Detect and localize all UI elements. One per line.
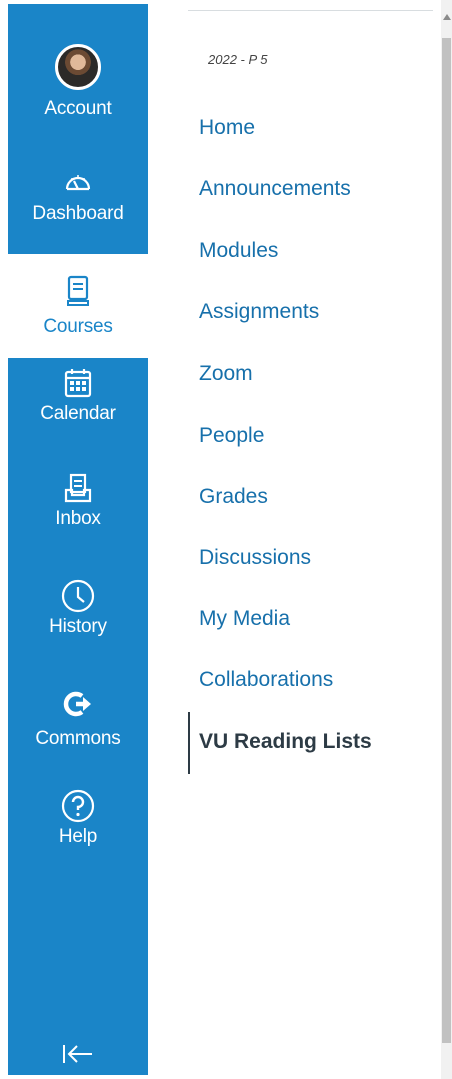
active-indicator	[188, 712, 190, 774]
global-nav-inbox-label: Inbox	[55, 508, 101, 529]
course-nav-zoom[interactable]: Zoom	[199, 362, 253, 386]
commons-icon	[62, 688, 94, 720]
course-nav-announcements[interactable]: Announcements	[199, 177, 351, 201]
course-nav-modules[interactable]: Modules	[199, 239, 278, 263]
global-nav-commons-label: Commons	[35, 728, 121, 749]
inbox-icon	[63, 472, 93, 504]
divider	[188, 10, 433, 11]
course-nav-assignments[interactable]: Assignments	[199, 300, 319, 324]
global-nav-courses[interactable]: Courses	[8, 254, 148, 358]
global-nav-commons[interactable]: Commons	[8, 688, 148, 750]
global-nav-dashboard[interactable]: Dashboard	[8, 167, 148, 225]
global-nav-history-label: History	[49, 616, 107, 637]
course-nav-home[interactable]: Home	[199, 116, 255, 140]
collapse-nav-button[interactable]	[8, 1039, 148, 1069]
collapse-arrow-icon	[61, 1042, 95, 1066]
global-nav: Account Dashboard Courses Calendar Inbox…	[8, 4, 148, 1075]
global-nav-account[interactable]: Account	[8, 44, 148, 120]
global-nav-help[interactable]: Help	[8, 788, 148, 848]
dashboard-icon	[63, 167, 93, 197]
courses-icon	[64, 274, 92, 308]
global-nav-courses-label: Courses	[43, 316, 113, 337]
course-term: 2022 - P 5	[208, 52, 268, 67]
course-nav-vu-reading-lists[interactable]: VU Reading Lists	[199, 730, 372, 754]
course-nav-people[interactable]: People	[199, 424, 264, 448]
course-nav-collaborations[interactable]: Collaborations	[199, 668, 333, 692]
global-nav-inbox[interactable]: Inbox	[8, 472, 148, 530]
calendar-icon	[63, 367, 93, 399]
scrollbar-thumb[interactable]	[442, 38, 451, 1043]
course-nav-grades[interactable]: Grades	[199, 485, 268, 509]
course-nav-discussions[interactable]: Discussions	[199, 546, 311, 570]
global-nav-calendar[interactable]: Calendar	[8, 367, 148, 425]
avatar	[55, 44, 101, 90]
clock-icon	[60, 578, 96, 614]
global-nav-history[interactable]: History	[8, 578, 148, 638]
course-nav: 2022 - P 5 Home Announcements Modules As…	[188, 0, 438, 1079]
scroll-up-arrow-icon[interactable]	[443, 14, 451, 20]
global-nav-help-label: Help	[58, 826, 98, 847]
global-nav-calendar-label: Calendar	[40, 403, 116, 424]
help-icon	[60, 788, 96, 824]
course-nav-my-media[interactable]: My Media	[199, 607, 290, 631]
scrollbar[interactable]	[441, 0, 452, 1079]
global-nav-account-label: Account	[44, 98, 112, 119]
global-nav-dashboard-label: Dashboard	[32, 203, 124, 224]
